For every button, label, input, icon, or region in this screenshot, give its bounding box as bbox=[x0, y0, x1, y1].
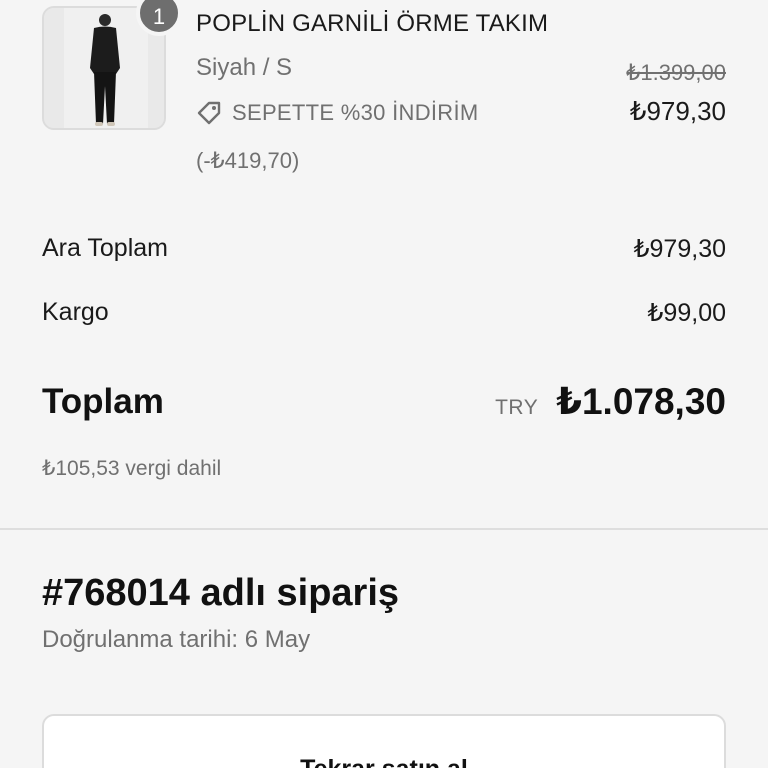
total-value: ₺1.078,30 bbox=[556, 381, 726, 422]
discount-label: SEPETTE %30 İNDİRİM bbox=[232, 100, 479, 125]
order-title: #768014 adlı sipariş bbox=[42, 572, 400, 614]
total-label: Toplam bbox=[42, 382, 164, 421]
section-divider bbox=[0, 528, 768, 530]
product-variant: Siyah / S bbox=[196, 54, 293, 81]
original-price: ₺1.399,00 bbox=[626, 60, 726, 85]
tax-note: ₺105,53 vergi dahil bbox=[42, 457, 222, 480]
subtotal-label: Ara Toplam bbox=[42, 234, 168, 262]
buy-again-button[interactable]: Tekrar satın al bbox=[42, 714, 726, 768]
tag-icon bbox=[197, 101, 221, 125]
subtotal-value: ₺979,30 bbox=[633, 235, 726, 263]
total-amount: TRY ₺1.078,30 bbox=[495, 380, 726, 423]
product-title: POPLİN GARNİLİ ÖRME TAKIM bbox=[196, 10, 549, 37]
total-currency: TRY bbox=[495, 396, 539, 419]
discount-row: SEPETTE %30 İNDİRİM bbox=[196, 100, 479, 126]
shipping-value: ₺99,00 bbox=[647, 299, 726, 327]
order-status-page: 1 POPLİN GARNİLİ ÖRME TAKIM Siyah / S SE… bbox=[0, 0, 768, 768]
order-confirmed-date: Doğrulanma tarihi: 6 May bbox=[42, 626, 311, 653]
final-price: ₺979,30 bbox=[629, 96, 726, 126]
discount-amount: (-₺419,70) bbox=[196, 148, 300, 173]
shipping-label: Kargo bbox=[42, 298, 109, 326]
